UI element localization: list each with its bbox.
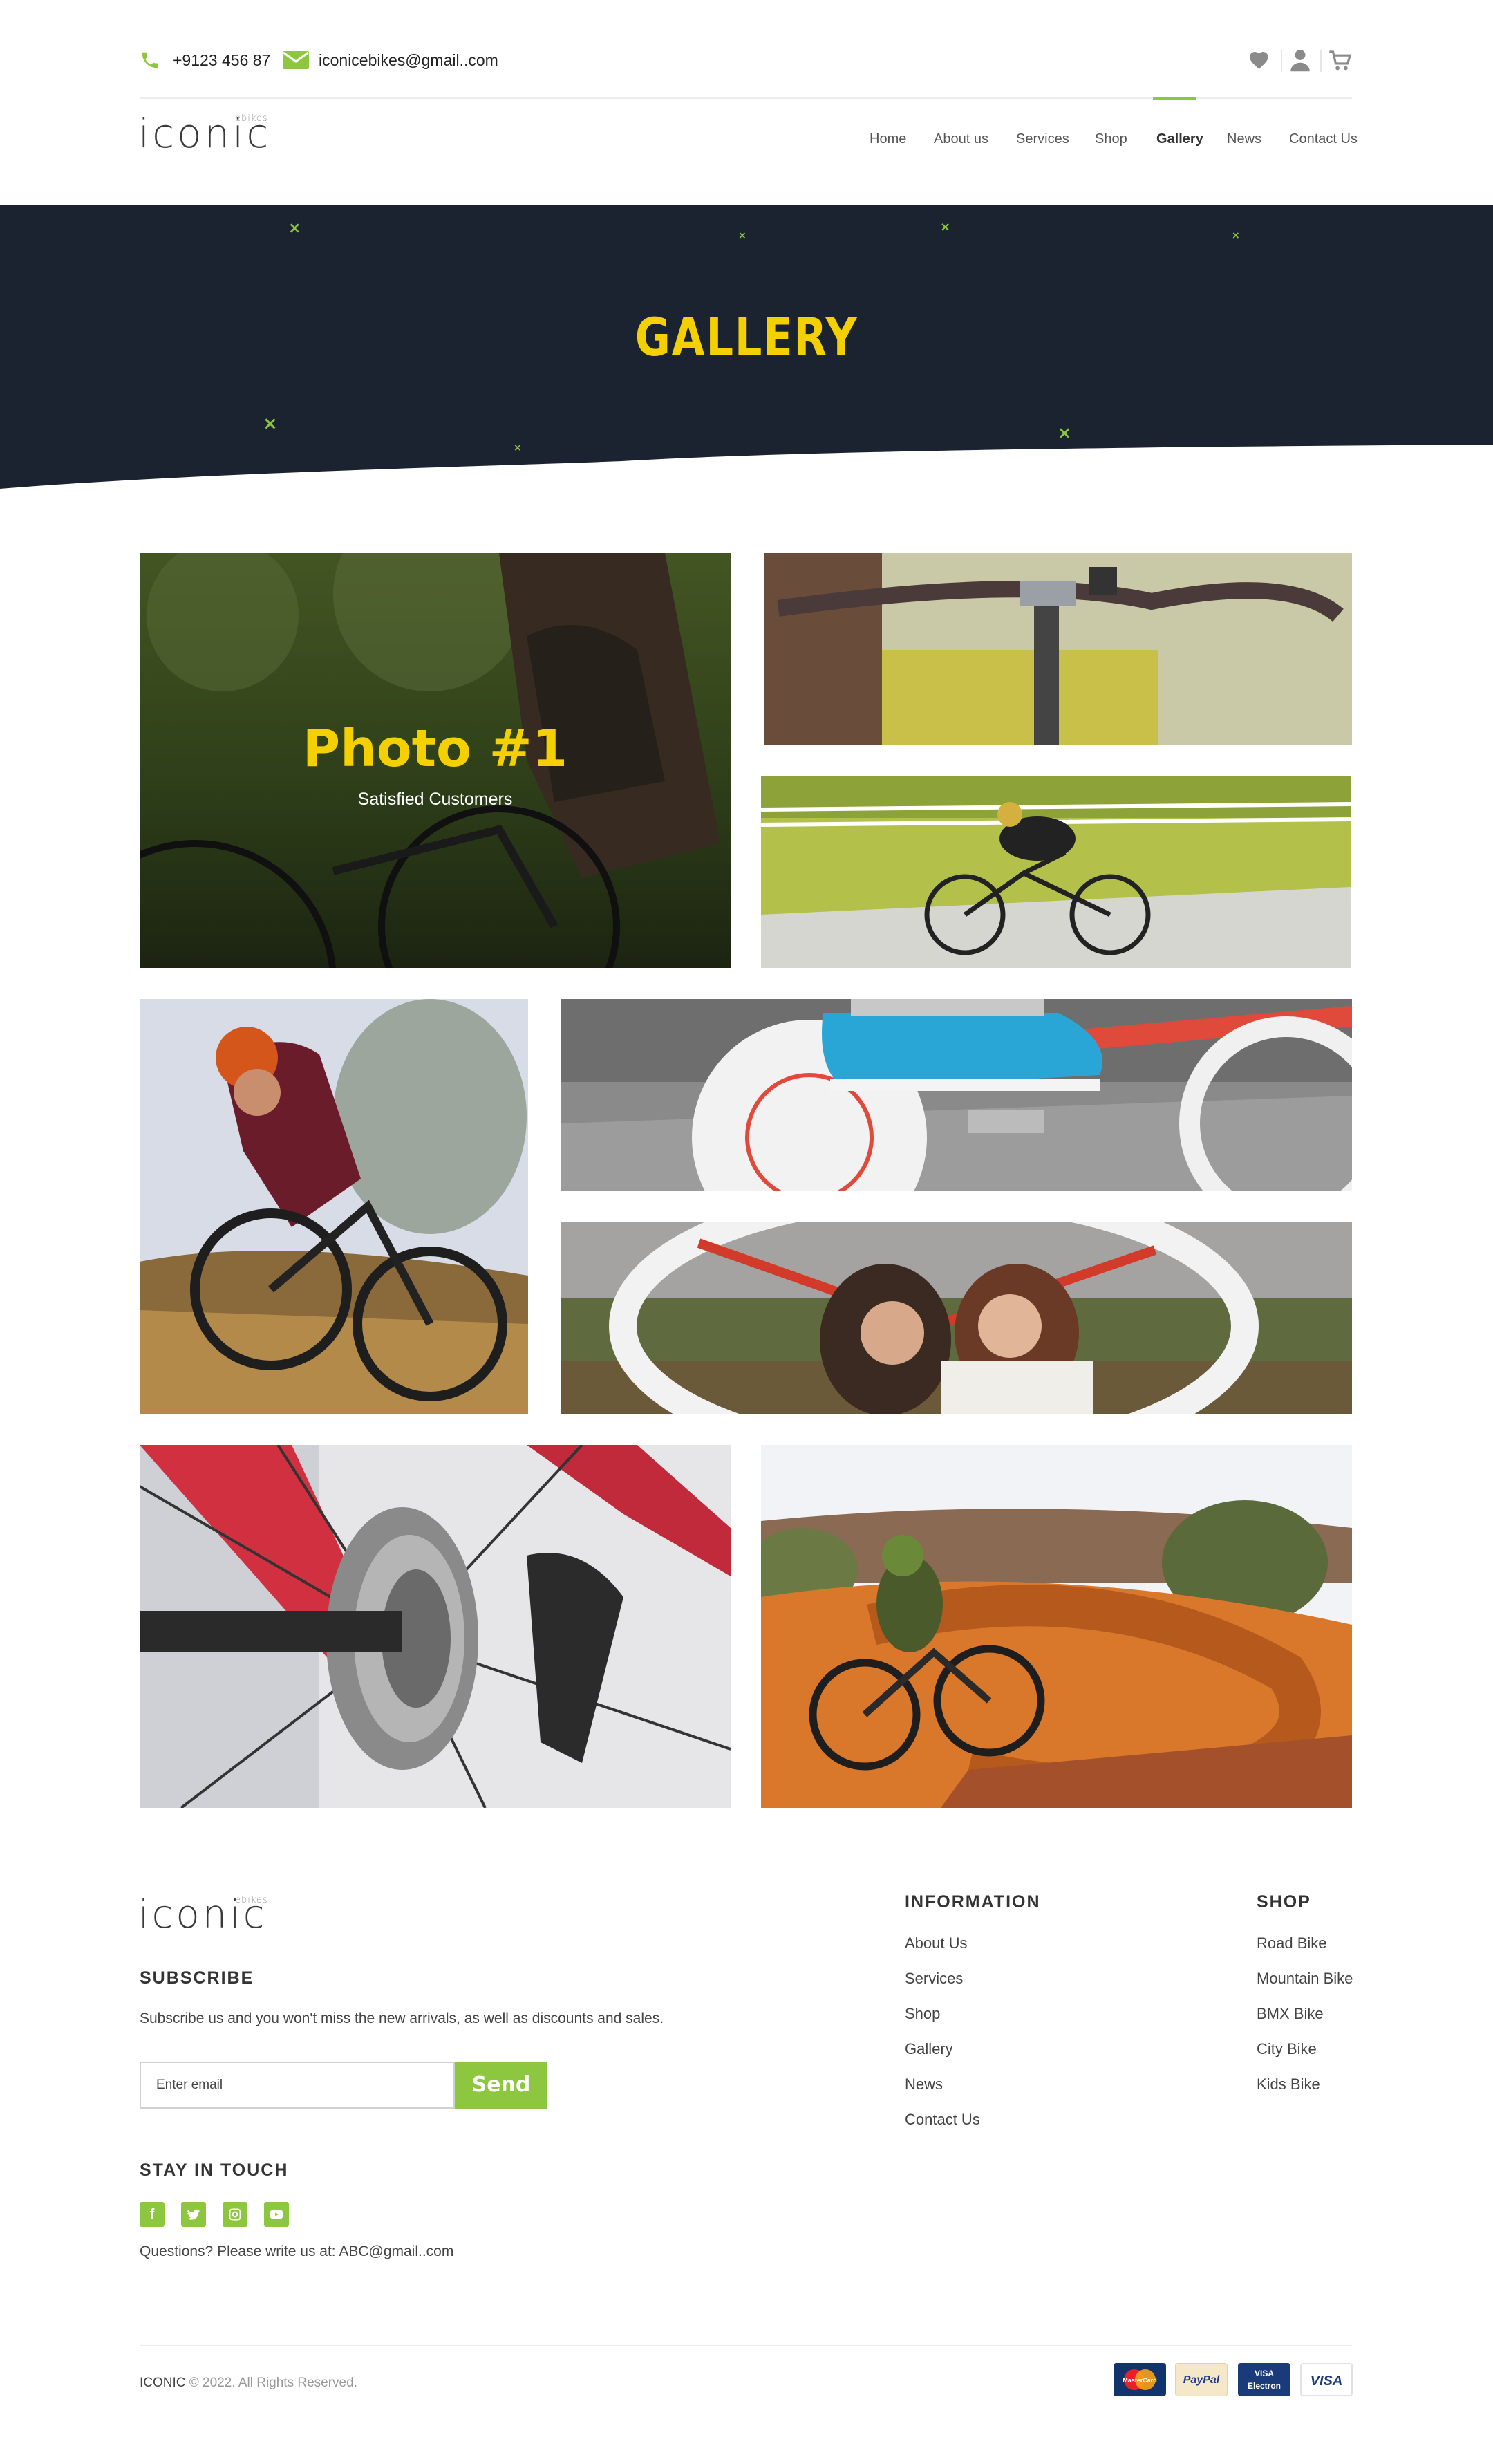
gallery-photo-blue-sneaker[interactable] xyxy=(561,999,1352,1191)
decor-x-icon: × xyxy=(940,220,951,234)
youtube-icon[interactable] xyxy=(264,2202,289,2227)
header-logo[interactable]: ICONIC ebikes xyxy=(138,109,276,158)
footer-link-road-bike[interactable]: Road Bike xyxy=(1257,1934,1327,1952)
footer-link-bmx-bike[interactable]: BMX Bike xyxy=(1257,2005,1324,2023)
gallery-photo-featured[interactable]: Photo #1 Satisfied Customers xyxy=(140,553,731,968)
decor-x-icon: × xyxy=(514,442,522,454)
gallery-photo-friends[interactable] xyxy=(561,1222,1352,1414)
bike-gears-image xyxy=(140,1445,731,1808)
nav-news[interactable]: News xyxy=(1227,131,1261,147)
footer-divider xyxy=(140,2345,1352,2346)
footer-link-gallery[interactable]: Gallery xyxy=(905,2040,953,2058)
contact-email[interactable]: iconicebikes@gmail..com xyxy=(319,51,498,70)
visa-electron-icon: VISA Electron xyxy=(1238,2363,1290,2396)
subscribe-heading: SUBSCRIBE xyxy=(140,1968,254,1988)
footer-link-shop[interactable]: Shop xyxy=(905,2005,940,2023)
icon-separator xyxy=(1281,50,1282,72)
gallery-photo-mountain-biker[interactable] xyxy=(140,999,528,1414)
user-icon[interactable] xyxy=(1290,48,1311,72)
handlebar-image xyxy=(764,553,1352,745)
mail-icon xyxy=(283,51,309,69)
nav-services[interactable]: Services xyxy=(1016,131,1069,147)
facebook-icon[interactable]: f xyxy=(140,2202,165,2227)
subscribe-email-input[interactable]: Enter email xyxy=(140,2062,455,2109)
icon-separator xyxy=(1320,50,1322,72)
nav-shop[interactable]: Shop xyxy=(1095,131,1127,147)
blue-sneaker-image xyxy=(561,999,1352,1191)
road-cyclist-image xyxy=(761,776,1351,968)
nav-contact-us[interactable]: Contact Us xyxy=(1289,131,1358,147)
nav-active-indicator xyxy=(1153,97,1196,100)
footer-link-services[interactable]: Services xyxy=(905,1970,963,1988)
decor-x-icon: × xyxy=(738,230,746,241)
nav-gallery[interactable]: Gallery xyxy=(1156,131,1203,147)
subscribe-text: Subscribe us and you won't miss the new … xyxy=(140,2010,664,2026)
mastercard-label: MasterCard xyxy=(1123,2377,1157,2384)
copyright-brand: ICONIC xyxy=(140,2376,186,2390)
footer-logo[interactable]: ICONIC ebikes xyxy=(138,1891,276,1939)
nav-home[interactable]: Home xyxy=(870,131,906,147)
instagram-icon[interactable] xyxy=(223,2202,247,2227)
footer-link-mountain-bike[interactable]: Mountain Bike xyxy=(1257,1970,1353,1988)
paypal-icon: PayPal xyxy=(1175,2363,1228,2396)
page-title: GALLERY xyxy=(635,306,858,368)
mountain-biker-image xyxy=(140,999,528,1414)
cart-icon[interactable] xyxy=(1328,50,1352,72)
decor-x-icon: × xyxy=(263,413,278,434)
decor-x-icon: × xyxy=(288,220,301,237)
shop-heading: SHOP xyxy=(1257,1892,1311,1912)
stay-in-touch-heading: STAY IN TOUCH xyxy=(140,2160,289,2180)
phone-icon xyxy=(142,52,158,68)
phone-number[interactable]: +9123 456 87 xyxy=(173,51,270,70)
footer-link-contact-us[interactable]: Contact Us xyxy=(905,2111,980,2129)
twitter-icon[interactable] xyxy=(181,2202,206,2227)
mastercard-icon: MasterCard xyxy=(1114,2363,1166,2396)
logo-subtext: ebikes xyxy=(235,113,268,124)
gallery-photo-road-cyclist[interactable] xyxy=(761,776,1351,968)
gallery-photo-handlebar[interactable] xyxy=(764,553,1352,745)
friends-wheel-image xyxy=(561,1222,1352,1414)
featured-photo-subtitle: Satisfied Customers xyxy=(357,790,513,809)
heart-icon[interactable] xyxy=(1248,50,1270,71)
questions-text: Questions? Please write us at: ABC@gmail… xyxy=(140,2243,454,2259)
gallery-photo-gears[interactable] xyxy=(140,1445,731,1808)
featured-photo-title: Photo #1 xyxy=(302,719,568,778)
visa-icon: VISA xyxy=(1300,2363,1353,2396)
decor-x-icon: × xyxy=(1058,423,1072,442)
footer-link-news[interactable]: News xyxy=(905,2075,943,2093)
footer-link-kids-bike[interactable]: Kids Bike xyxy=(1257,2075,1320,2093)
copyright: ICONIC © 2022. All Rights Reserved. xyxy=(140,2376,357,2391)
gallery-photo-dirt-track[interactable] xyxy=(761,1445,1352,1808)
logo-subtext: ebikes xyxy=(235,1895,268,1905)
copyright-text: © 2022. All Rights Reserved. xyxy=(189,2376,357,2390)
footer-link-about-us[interactable]: About Us xyxy=(905,1934,968,1952)
nav-about-us[interactable]: About us xyxy=(934,131,988,147)
information-heading: INFORMATION xyxy=(905,1892,1041,1912)
dirt-track-image xyxy=(761,1445,1352,1808)
footer-link-city-bike[interactable]: City Bike xyxy=(1257,2040,1317,2058)
decor-x-icon: × xyxy=(1232,230,1240,241)
subscribe-send-button[interactable]: Send xyxy=(455,2062,547,2109)
